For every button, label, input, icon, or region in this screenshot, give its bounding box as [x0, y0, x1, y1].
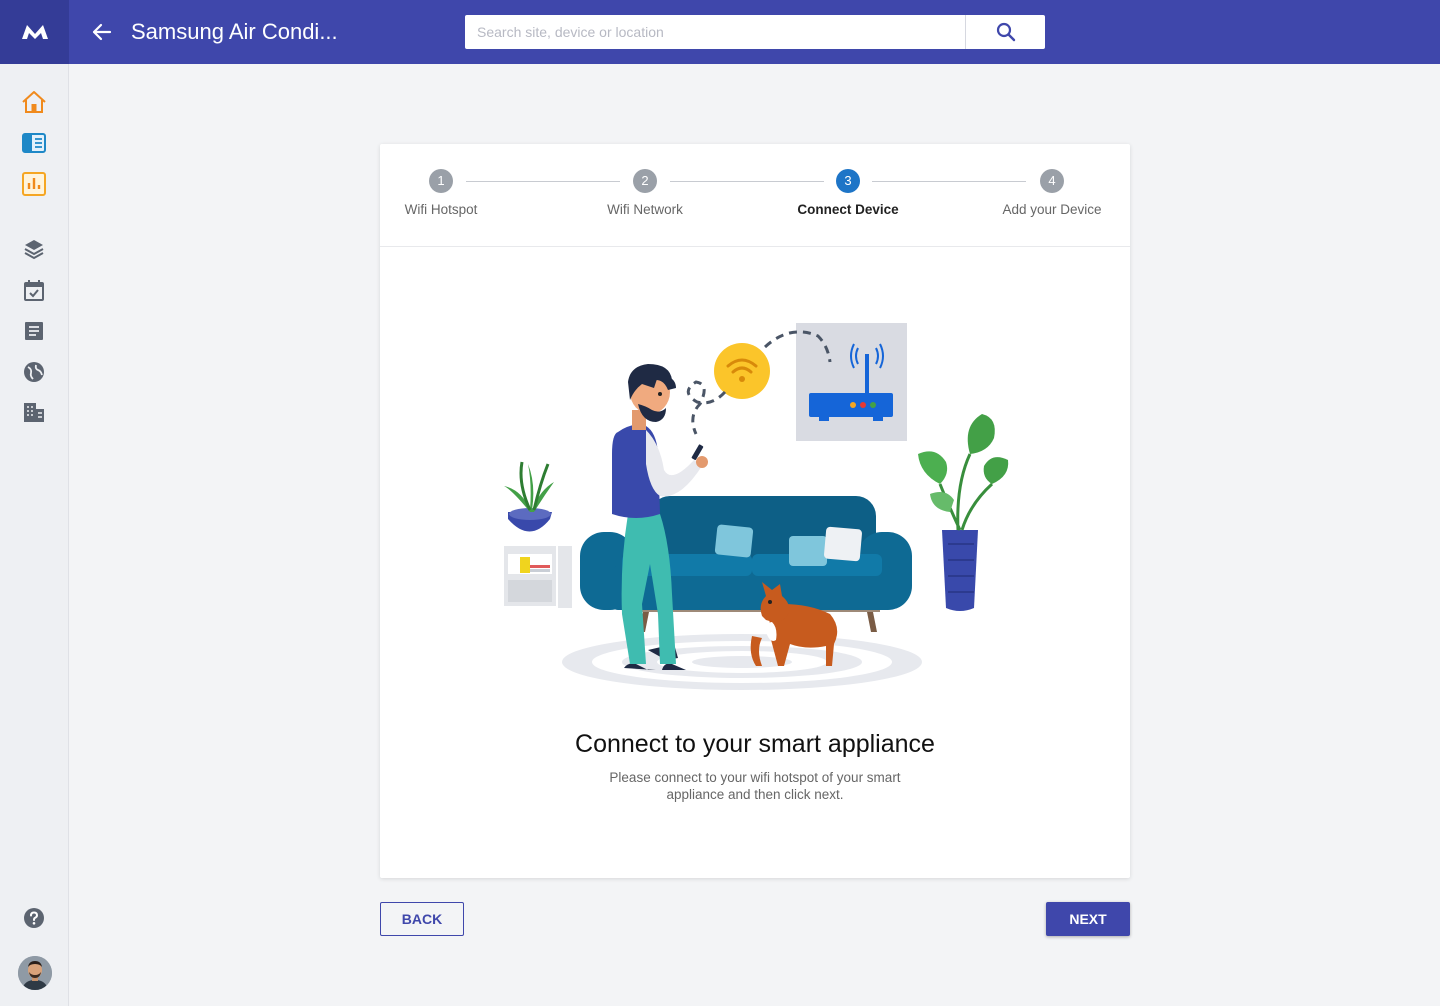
layers-icon — [24, 240, 44, 260]
sidebar-item-sites[interactable] — [20, 358, 48, 386]
wizard-card: 1 Wifi Hotspot 2 Wifi Network 3 Connect … — [380, 144, 1130, 878]
back-button[interactable]: BACK — [380, 902, 464, 936]
step-number: 3 — [836, 169, 860, 193]
page-title: Samsung Air Condi... — [131, 19, 338, 44]
step-label: Add your Device — [1002, 202, 1102, 217]
stepper: 1 Wifi Hotspot 2 Wifi Network 3 Connect … — [380, 144, 1130, 247]
help-button[interactable] — [20, 904, 48, 932]
step-number: 1 — [429, 169, 453, 193]
search-button[interactable] — [965, 15, 1045, 49]
help-icon — [24, 908, 44, 928]
content-subtitle: Please connect to your wifi hotspot of y… — [609, 770, 901, 802]
sidebar-item-layers[interactable] — [20, 235, 48, 263]
step-number: 4 — [1040, 169, 1064, 193]
globe-icon — [24, 362, 44, 382]
sidebar-item-reports[interactable] — [20, 170, 48, 198]
device-list-icon — [22, 133, 46, 153]
sidebar-item-schedule[interactable] — [20, 276, 48, 304]
sidebar-item-documents[interactable] — [20, 317, 48, 345]
app-logo[interactable] — [0, 0, 69, 64]
sidebar-item-devices[interactable] — [20, 129, 48, 157]
top-bar: Samsung Air Condi... — [0, 0, 1440, 64]
search-icon — [996, 22, 1015, 42]
arrow-left-icon — [92, 23, 112, 41]
step-wifi-hotspot[interactable]: 1 Wifi Hotspot — [371, 169, 511, 217]
connect-illustration — [504, 323, 1009, 690]
home-icon — [22, 91, 46, 113]
bar-chart-icon — [22, 172, 46, 196]
sidebar — [0, 64, 69, 1006]
step-label: Wifi Network — [607, 202, 683, 217]
next-button[interactable]: NEXT — [1046, 902, 1130, 936]
search-bar — [465, 15, 1045, 49]
step-wifi-network[interactable]: 2 Wifi Network — [575, 169, 715, 217]
step-connect-device[interactable]: 3 Connect Device — [778, 169, 918, 217]
step-label: Connect Device — [797, 202, 899, 217]
sidebar-item-home[interactable] — [20, 88, 48, 116]
content-title: Connect to your smart appliance — [575, 730, 935, 758]
step-add-device[interactable]: 4 Add your Device — [982, 169, 1122, 217]
sidebar-item-buildings[interactable] — [20, 398, 48, 426]
user-avatar[interactable] — [18, 956, 52, 990]
back-arrow-button[interactable] — [88, 18, 116, 46]
document-icon — [25, 322, 43, 340]
search-input[interactable] — [465, 15, 965, 49]
logo-m-icon — [21, 25, 48, 39]
calendar-check-icon — [24, 280, 44, 301]
user-avatar-image — [18, 956, 52, 990]
step-label: Wifi Hotspot — [404, 202, 478, 217]
building-icon — [24, 403, 44, 422]
step-number: 2 — [633, 169, 657, 193]
